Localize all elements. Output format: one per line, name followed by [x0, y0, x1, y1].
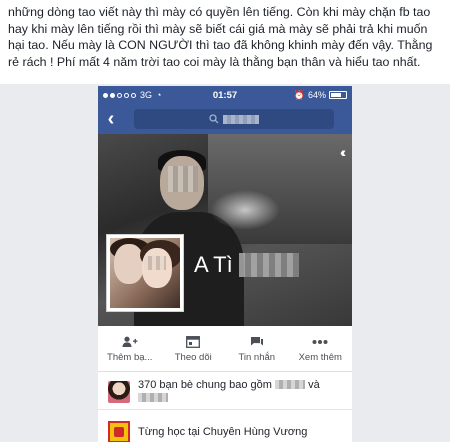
message-icon — [250, 335, 264, 349]
search-icon — [209, 114, 219, 124]
nav-bar: ‹ — [98, 104, 352, 134]
add-friend-icon — [122, 335, 138, 349]
mutual-friends-join: và — [308, 378, 320, 391]
face-blur — [168, 166, 198, 192]
share-icon[interactable]: ‹‹‹ — [340, 144, 346, 160]
search-input[interactable] — [134, 109, 334, 129]
blurred-friend-name-2 — [138, 393, 168, 403]
follow-icon — [186, 335, 201, 349]
more-icon — [312, 335, 328, 349]
mutual-friends-row[interactable]: 370 bạn bè chung bao gồm và — [98, 374, 352, 410]
profile-name-text: A Tì — [194, 252, 233, 277]
status-bar: 3G ◔ 01:57 ⏰ 64% — [98, 86, 352, 104]
blurred-search-text — [223, 114, 259, 124]
add-friend-button[interactable]: Thêm bạ... — [100, 335, 160, 363]
name-blur — [238, 253, 299, 277]
school-icon — [108, 421, 130, 442]
post-text: những dòng tao viết này thì mày có quyền… — [8, 5, 433, 69]
mutual-friend-avatar — [108, 380, 130, 403]
education-row[interactable]: Từng học tại Chuyên Hùng Vương — [98, 414, 352, 442]
more-label: Xem thêm — [298, 352, 342, 363]
education-text: Từng học tại Chuyên Hùng Vương — [138, 426, 308, 438]
add-friend-label: Thêm bạ... — [107, 352, 153, 363]
more-button[interactable]: Xem thêm — [290, 335, 350, 363]
mutual-friends-text: 370 bạn bè chung bao gồm và — [138, 379, 320, 405]
profile-actions: Thêm bạ... Theo dõi Tin nhắn Xem thêm — [98, 326, 352, 372]
follow-button[interactable]: Theo dõi — [163, 335, 223, 363]
phone-screenshot: 3G ◔ 01:57 ⏰ 64% ‹ ‹‹‹ A Tì Thêm bạ... T… — [98, 86, 352, 442]
mutual-friends-prefix: 370 bạn bè chung bao gồm — [138, 378, 272, 391]
profile-picture[interactable] — [106, 234, 184, 312]
message-button[interactable]: Tin nhắn — [227, 335, 287, 363]
message-label: Tin nhắn — [238, 352, 276, 363]
status-time: 01:57 — [212, 89, 238, 101]
profile-name: A Tì — [194, 252, 299, 278]
chevron-left-icon[interactable]: ‹ — [98, 104, 124, 134]
blurred-friend-name — [275, 380, 306, 390]
battery-icon — [329, 91, 347, 99]
follow-label: Theo dõi — [174, 352, 212, 363]
